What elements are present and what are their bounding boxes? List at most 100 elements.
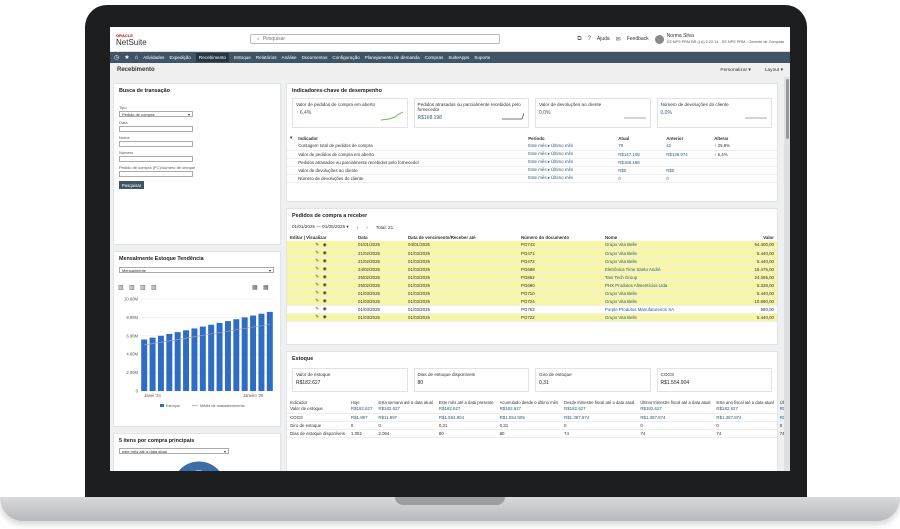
prev-page-icon[interactable]: ‹ — [357, 225, 359, 230]
kpi-card[interactable]: Giro de estoque 0,31 — [535, 368, 651, 392]
column-header[interactable]: Valor — [733, 233, 777, 241]
edit-icon[interactable]: ✎ — [315, 306, 319, 311]
period-link[interactable]: Este mês ▸ Último mês — [525, 150, 616, 159]
cell[interactable]: R$182.627 — [713, 405, 777, 414]
column-header[interactable]: Data — [355, 233, 405, 241]
kpi-card[interactable]: Valor de pedidos de compra em aberto ↑ 6… — [292, 98, 408, 128]
column-header[interactable]: Nome — [602, 233, 733, 241]
edit-icon[interactable]: ✎ — [315, 282, 319, 287]
kpi-card[interactable]: Dias de estoque disponíveis 80 — [413, 368, 529, 392]
view-icon[interactable]: ◉ — [323, 274, 327, 279]
date-range-select[interactable]: 01/01/2025 — 01/05/2025 ▾ — [292, 224, 349, 230]
cell[interactable]: R$182.627 — [637, 405, 714, 414]
nav-item[interactable]: Estoque — [234, 55, 251, 60]
vendor-link[interactable]: Tam Tech Group — [602, 273, 733, 282]
line-chart-icon[interactable]: ▥ — [129, 285, 135, 291]
vendor-link[interactable]: PHX Produtos Alimentícios Ltda — [602, 281, 733, 290]
help-link[interactable]: Ajuda — [597, 36, 610, 42]
cell[interactable]: R$138.974 — [663, 150, 712, 159]
cell[interactable]: R$182.627 — [375, 405, 436, 414]
nav-item-active[interactable]: Recebimento — [195, 53, 229, 62]
cell[interactable]: R$1.554.904 — [435, 413, 497, 422]
kpi-card[interactable]: Pedidos atrasados ou parcialmente recebi… — [413, 98, 529, 128]
edit-icon[interactable]: ✎ — [315, 242, 319, 247]
expand-icon[interactable]: ▦ — [263, 285, 269, 291]
period-link[interactable]: Este mês ▸ Último mês — [525, 158, 616, 167]
vendor-link[interactable]: Grupo Vita Belle — [602, 249, 733, 258]
kpi-card[interactable]: Valor de devoluções ao cliente 0,0% — [535, 98, 651, 128]
nav-item[interactable]: Expedição — [169, 55, 190, 60]
home-icon[interactable]: ⌂ — [135, 55, 139, 61]
cell[interactable]: R$1.387.874 — [713, 413, 777, 422]
cell[interactable]: R$182.627 — [561, 405, 638, 414]
date-field[interactable] — [119, 126, 193, 132]
vendor-link[interactable]: Grupo Vita Belle — [602, 313, 733, 322]
vendor-link[interactable]: Grupo Vita Belle — [602, 257, 733, 266]
nav-item[interactable]: Documentos — [302, 55, 328, 60]
next-page-icon[interactable]: › — [366, 225, 368, 230]
collapse-icon[interactable]: ▾ — [287, 134, 295, 142]
cell[interactable]: R$1.387.874 — [561, 413, 638, 422]
kpi-card[interactable]: Valor de estoque R$182.627 — [292, 368, 408, 392]
cell[interactable]: 42 — [663, 142, 712, 151]
cell[interactable]: R$182.627 — [496, 405, 562, 414]
period-link[interactable]: Este mês ▸ Último mês — [525, 174, 616, 183]
area-chart-icon[interactable]: ▥ — [151, 285, 157, 291]
edit-icon[interactable]: ✎ — [315, 250, 319, 255]
period-link[interactable]: Este mês ▸ Último mês — [525, 166, 616, 175]
cell[interactable]: R$1.554.905 — [496, 413, 562, 422]
view-icon[interactable]: ◉ — [323, 306, 327, 311]
search-button[interactable]: Pesquisar — [119, 181, 144, 189]
type-select[interactable]: Pedido de compra ▾ — [119, 111, 193, 117]
cell[interactable]: R$182.627 — [347, 405, 376, 414]
nav-item[interactable]: Análise — [282, 55, 297, 60]
cell[interactable]: R$1.897 — [347, 413, 376, 422]
vendor-link[interactable]: Grupo Vita Belle — [602, 241, 733, 250]
view-icon[interactable]: ◉ — [323, 258, 327, 263]
cell[interactable]: 0 — [615, 174, 664, 183]
table-icon[interactable]: ▦ — [252, 285, 258, 291]
vendor-link[interactable]: Eletrônica Time Santo André — [602, 265, 733, 274]
view-icon[interactable]: ◉ — [323, 266, 327, 271]
period-link[interactable]: Este mês ▸ Último mês — [525, 142, 616, 151]
cell[interactable]: 0 — [663, 174, 712, 183]
search-input[interactable]: ⌕ Pesquisar — [250, 34, 500, 44]
personalize-button[interactable]: Personalizar ▾ — [720, 68, 750, 73]
cell[interactable]: R$168.198 — [615, 158, 664, 167]
layout-button[interactable]: Layout ▾ — [765, 68, 783, 73]
nav-item[interactable]: Atividades — [143, 55, 164, 60]
nav-item[interactable]: Suporte — [474, 55, 490, 60]
recent-icon[interactable]: ◷ — [114, 54, 119, 61]
user-menu[interactable]: Norma Silva SS NPS PRM BR (LA) 2.22.14 -… — [654, 33, 784, 45]
help-icon[interactable]: ? — [588, 36, 591, 42]
column-header[interactable]: Número do documento — [518, 233, 602, 241]
cell[interactable]: R$147.108 — [615, 150, 664, 159]
items-period-select[interactable]: este mês até a data atual ▾ — [119, 448, 229, 454]
edit-icon[interactable]: ✎ — [315, 258, 319, 263]
feedback-icon[interactable]: ✉ — [616, 36, 621, 43]
name-field[interactable] — [119, 141, 193, 147]
edit-icon[interactable]: ✎ — [315, 290, 319, 295]
nav-item[interactable]: Configuração — [332, 55, 359, 60]
netsuite-logo[interactable]: ORACLE NetSuite — [116, 32, 170, 47]
nav-item[interactable]: Compras — [425, 55, 444, 60]
vendor-link[interactable]: Grupo Vita Belle — [602, 297, 733, 306]
cell[interactable]: R$0 — [663, 166, 712, 175]
edit-icon[interactable]: ✎ — [315, 274, 319, 279]
kpi-card[interactable]: Número de devoluções do cliente 0,0% — [656, 98, 772, 128]
recent-records-icon[interactable]: ⧉ — [577, 36, 581, 43]
view-icon[interactable]: ◉ — [323, 282, 327, 287]
bar-chart-icon[interactable]: ▥ — [118, 285, 124, 291]
stacked-chart-icon[interactable]: ▥ — [140, 285, 146, 291]
view-icon[interactable]: ◉ — [323, 250, 327, 255]
nav-item[interactable]: SuiteApps — [448, 55, 469, 60]
star-icon[interactable]: ★ — [124, 54, 129, 61]
scrollbar[interactable] — [784, 77, 790, 471]
vendor-link[interactable]: Purple Produtos Manufatureiros SA — [602, 305, 733, 314]
view-icon[interactable]: ◉ — [323, 314, 327, 319]
number-field[interactable] — [119, 156, 193, 162]
feedback-link[interactable]: Feedback — [627, 36, 649, 42]
cell[interactable] — [663, 158, 712, 167]
cell[interactable]: R$0 — [615, 166, 664, 175]
edit-icon[interactable]: ✎ — [315, 298, 319, 303]
